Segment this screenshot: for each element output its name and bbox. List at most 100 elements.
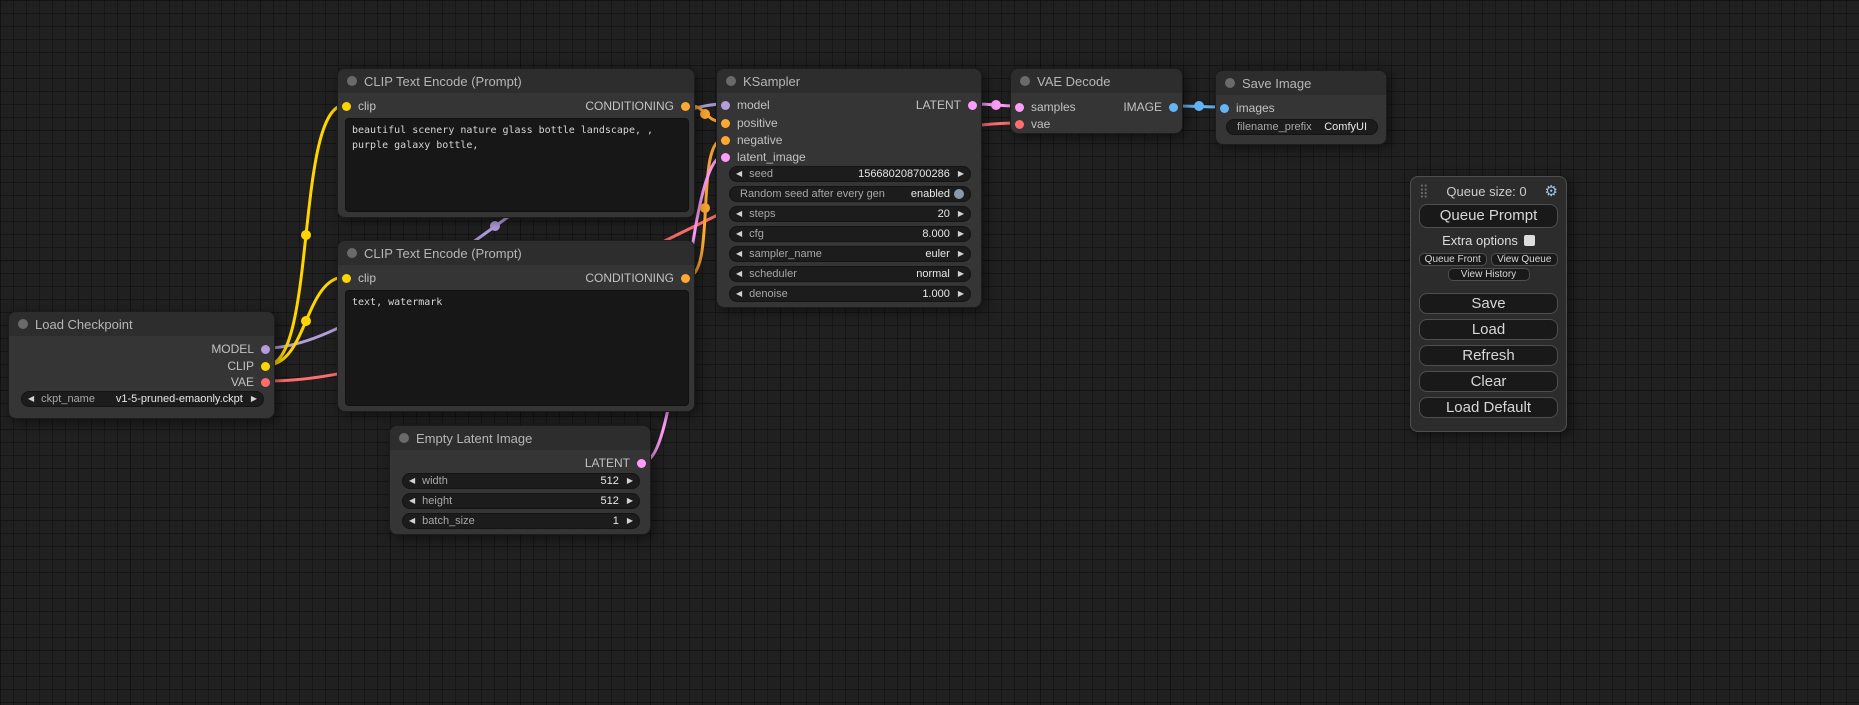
slot-dot[interactable] — [721, 136, 730, 145]
node-graph-canvas[interactable]: Load Checkpoint MODEL CLIP VAE ◀ ckpt_na… — [0, 0, 1859, 705]
slot-dot[interactable] — [1015, 120, 1024, 129]
decrement-arrow-icon[interactable]: ◀ — [736, 290, 742, 298]
decrement-arrow-icon[interactable]: ◀ — [736, 270, 742, 278]
slot-dot[interactable] — [342, 102, 351, 111]
queue-prompt-button[interactable]: Queue Prompt — [1419, 204, 1558, 228]
slot-dot[interactable] — [1015, 103, 1024, 112]
increment-arrow-icon[interactable]: ▶ — [627, 477, 633, 485]
widget-height[interactable]: ◀ height 512 ▶ — [402, 493, 640, 509]
slot-dot[interactable] — [681, 102, 690, 111]
output-slot-latent[interactable]: LATENT — [585, 455, 646, 471]
input-slot-negative[interactable]: negative — [721, 132, 782, 148]
view-queue-button[interactable]: View Queue — [1491, 253, 1559, 266]
slot-dot[interactable] — [342, 274, 351, 283]
collapse-dot[interactable] — [1020, 76, 1030, 86]
node-save-image[interactable]: Save Image images filename_prefix ComfyU… — [1215, 70, 1387, 145]
node-title-bar[interactable]: VAE Decode — [1011, 69, 1182, 93]
widget-seed[interactable]: ◀ seed 156680208700286 ▶ — [729, 166, 971, 182]
node-empty-latent-image[interactable]: Empty Latent Image LATENT ◀ width 512 ▶ … — [389, 425, 651, 535]
prompt-textarea[interactable]: text, watermark — [345, 290, 689, 406]
widget-cfg[interactable]: ◀ cfg 8.000 ▶ — [729, 226, 971, 242]
slot-dot[interactable] — [721, 153, 730, 162]
increment-arrow-icon[interactable]: ▶ — [251, 395, 257, 403]
collapse-dot[interactable] — [1225, 78, 1235, 88]
output-slot-conditioning[interactable]: CONDITIONING — [585, 270, 690, 286]
node-title-bar[interactable]: CLIP Text Encode (Prompt) — [338, 69, 694, 93]
decrement-arrow-icon[interactable]: ◀ — [736, 230, 742, 238]
output-slot-image[interactable]: IMAGE — [1123, 99, 1178, 115]
decrement-arrow-icon[interactable]: ◀ — [409, 497, 415, 505]
settings-gear-icon[interactable]: ⚙ — [1545, 182, 1558, 200]
increment-arrow-icon[interactable]: ▶ — [958, 250, 964, 258]
increment-arrow-icon[interactable]: ▶ — [958, 170, 964, 178]
input-slot-clip[interactable]: clip — [342, 98, 376, 114]
output-slot-vae[interactable]: VAE — [231, 374, 270, 390]
node-title-bar[interactable]: CLIP Text Encode (Prompt) — [338, 241, 694, 265]
input-slot-vae[interactable]: vae — [1015, 116, 1050, 132]
node-ksampler[interactable]: KSampler model positive negative latent_… — [716, 68, 982, 308]
input-slot-latent-image[interactable]: latent_image — [721, 149, 806, 165]
node-title-bar[interactable]: Empty Latent Image — [390, 426, 650, 450]
slot-dot[interactable] — [721, 119, 730, 128]
decrement-arrow-icon[interactable]: ◀ — [736, 210, 742, 218]
increment-arrow-icon[interactable]: ▶ — [627, 517, 633, 525]
input-slot-model[interactable]: model — [721, 97, 770, 113]
collapse-dot[interactable] — [399, 433, 409, 443]
widget-steps[interactable]: ◀ steps 20 ▶ — [729, 206, 971, 222]
increment-arrow-icon[interactable]: ▶ — [958, 230, 964, 238]
node-clip-text-encode-negative[interactable]: CLIP Text Encode (Prompt) clip CONDITION… — [337, 240, 695, 412]
load-button[interactable]: Load — [1419, 319, 1558, 340]
load-default-button[interactable]: Load Default — [1419, 397, 1558, 418]
output-slot-model[interactable]: MODEL — [211, 341, 270, 357]
decrement-arrow-icon[interactable]: ◀ — [28, 395, 34, 403]
output-slot-clip[interactable]: CLIP — [227, 358, 270, 374]
widget-denoise[interactable]: ◀ denoise 1.000 ▶ — [729, 286, 971, 302]
node-vae-decode[interactable]: VAE Decode samples vae IMAGE — [1010, 68, 1183, 134]
slot-dot[interactable] — [261, 345, 270, 354]
decrement-arrow-icon[interactable]: ◀ — [736, 250, 742, 258]
refresh-button[interactable]: Refresh — [1419, 345, 1558, 366]
input-slot-clip[interactable]: clip — [342, 270, 376, 286]
node-clip-text-encode-positive[interactable]: CLIP Text Encode (Prompt) clip CONDITION… — [337, 68, 695, 218]
slot-dot[interactable] — [637, 459, 646, 468]
node-title-bar[interactable]: Load Checkpoint — [9, 312, 274, 336]
increment-arrow-icon[interactable]: ▶ — [958, 210, 964, 218]
node-title-bar[interactable]: KSampler — [717, 69, 981, 93]
extra-options-checkbox[interactable] — [1524, 235, 1535, 246]
prompt-textarea[interactable]: beautiful scenery nature glass bottle la… — [345, 118, 689, 212]
view-history-button[interactable]: View History — [1448, 268, 1530, 281]
increment-arrow-icon[interactable]: ▶ — [958, 290, 964, 298]
widget-filename-prefix[interactable]: filename_prefix ComfyUI — [1226, 119, 1378, 135]
input-slot-images[interactable]: images — [1220, 100, 1275, 116]
node-load-checkpoint[interactable]: Load Checkpoint MODEL CLIP VAE ◀ ckpt_na… — [8, 311, 275, 419]
node-title-bar[interactable]: Save Image — [1216, 71, 1386, 95]
slot-dot[interactable] — [261, 378, 270, 387]
input-slot-positive[interactable]: positive — [721, 115, 778, 131]
slot-dot[interactable] — [721, 101, 730, 110]
widget-sampler-name[interactable]: ◀ sampler_name euler ▶ — [729, 246, 971, 262]
collapse-dot[interactable] — [347, 76, 357, 86]
queue-front-button[interactable]: Queue Front — [1419, 253, 1487, 266]
collapse-dot[interactable] — [347, 248, 357, 258]
slot-dot[interactable] — [1169, 103, 1178, 112]
output-slot-conditioning[interactable]: CONDITIONING — [585, 98, 690, 114]
decrement-arrow-icon[interactable]: ◀ — [409, 477, 415, 485]
input-slot-samples[interactable]: samples — [1015, 99, 1076, 115]
widget-scheduler[interactable]: ◀ scheduler normal ▶ — [729, 266, 971, 282]
widget-batch-size[interactable]: ◀ batch_size 1 ▶ — [402, 513, 640, 529]
clear-button[interactable]: Clear — [1419, 371, 1558, 392]
slot-dot[interactable] — [681, 274, 690, 283]
collapse-dot[interactable] — [726, 76, 736, 86]
widget-random-seed-toggle[interactable]: Random seed after every gen enabled — [729, 186, 971, 202]
slot-dot[interactable] — [1220, 104, 1229, 113]
save-button[interactable]: Save — [1419, 293, 1558, 314]
widget-width[interactable]: ◀ width 512 ▶ — [402, 473, 640, 489]
increment-arrow-icon[interactable]: ▶ — [958, 270, 964, 278]
slot-dot[interactable] — [968, 101, 977, 110]
slot-dot[interactable] — [261, 362, 270, 371]
collapse-dot[interactable] — [18, 319, 28, 329]
widget-ckpt-name[interactable]: ◀ ckpt_name v1-5-pruned-emaonly.ckpt ▶ — [21, 391, 264, 407]
output-slot-latent[interactable]: LATENT — [916, 97, 977, 113]
increment-arrow-icon[interactable]: ▶ — [627, 497, 633, 505]
drag-handle-icon[interactable]: ⣿ — [1419, 183, 1429, 199]
